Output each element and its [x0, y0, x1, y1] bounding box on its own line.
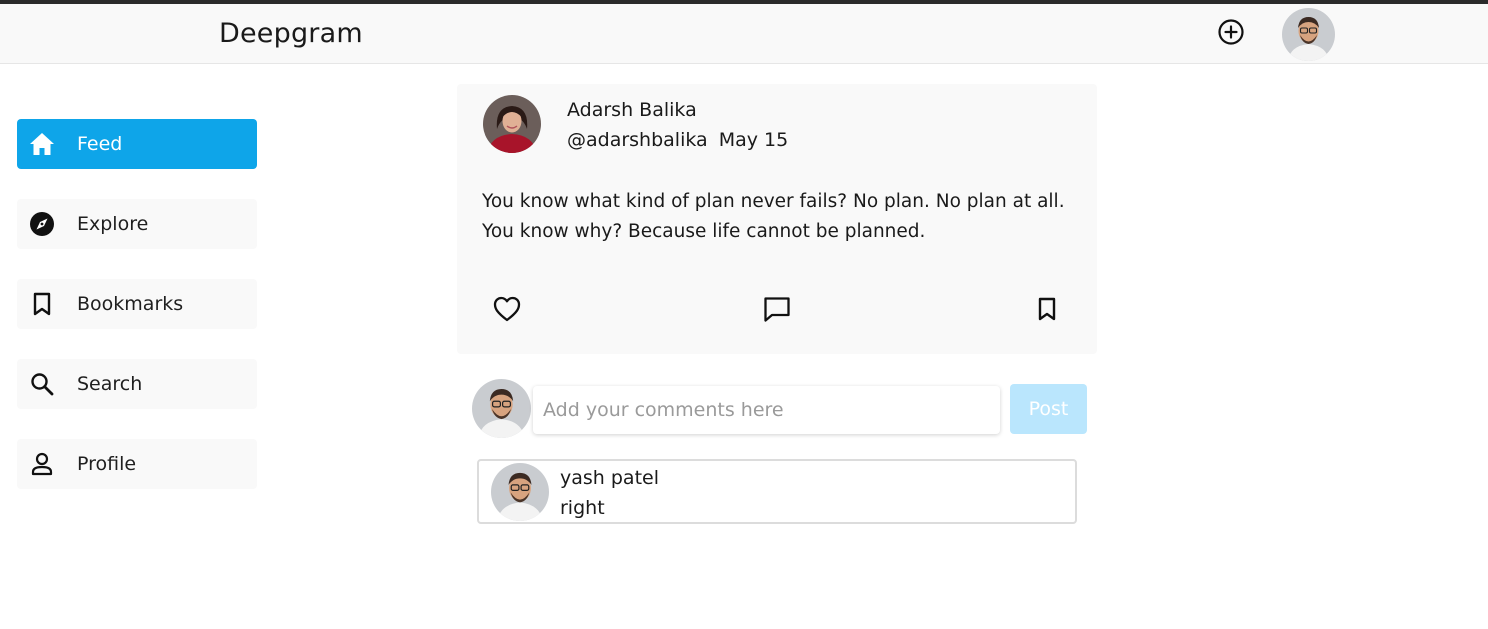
sidebar-item-label: Bookmarks [77, 293, 184, 315]
plus-circle-icon [1217, 18, 1245, 46]
sidebar-item-bookmarks[interactable]: Bookmarks [17, 279, 257, 329]
comment-item: yash patel right [477, 459, 1077, 524]
bookmark-icon [1037, 297, 1057, 321]
comment-button[interactable] [762, 294, 792, 324]
post-comment-button[interactable]: Post [1010, 384, 1087, 434]
bookmark-icon [17, 279, 67, 329]
sidebar-item-search[interactable]: Search [17, 359, 257, 409]
compass-icon [17, 199, 67, 249]
sidebar-item-label: Profile [77, 453, 137, 475]
post-meta: @adarshbalika May 15 [567, 129, 788, 151]
post-content: You know what kind of plan never fails? … [482, 191, 1065, 242]
comment-icon [763, 296, 791, 322]
post-username[interactable]: @adarshbalika [567, 129, 708, 151]
post-date: May 15 [718, 129, 789, 151]
sidebar-nav: Feed Explore Bookmarks Search Profile [17, 119, 257, 519]
post-author-avatar[interactable] [483, 95, 541, 153]
comment-input[interactable] [533, 386, 1000, 434]
heart-icon [493, 296, 521, 322]
search-icon [17, 359, 67, 409]
sidebar-item-label: Explore [77, 213, 149, 235]
new-post-button[interactable] [1216, 17, 1246, 47]
commenter-name[interactable]: yash patel [560, 467, 659, 489]
sidebar-item-profile[interactable]: Profile [17, 439, 257, 489]
post-card: Adarsh Balika @adarshbalika May 15 You kn… [457, 84, 1097, 354]
current-user-avatar [472, 379, 531, 438]
user-avatar[interactable] [1282, 8, 1335, 61]
sidebar-item-feed[interactable]: Feed [17, 119, 257, 169]
like-button[interactable] [492, 294, 522, 324]
sidebar-item-explore[interactable]: Explore [17, 199, 257, 249]
sidebar-item-label: Feed [77, 133, 123, 155]
commenter-avatar[interactable] [491, 463, 549, 521]
post-author-name[interactable]: Adarsh Balika [567, 99, 697, 121]
app-header: Deepgram [0, 4, 1488, 64]
home-icon [17, 119, 67, 169]
person-icon [17, 439, 67, 489]
bookmark-post-button[interactable] [1032, 294, 1062, 324]
sidebar-item-label: Search [77, 373, 143, 395]
comment-text: right [560, 497, 605, 519]
brand-title[interactable]: Deepgram [219, 18, 363, 49]
